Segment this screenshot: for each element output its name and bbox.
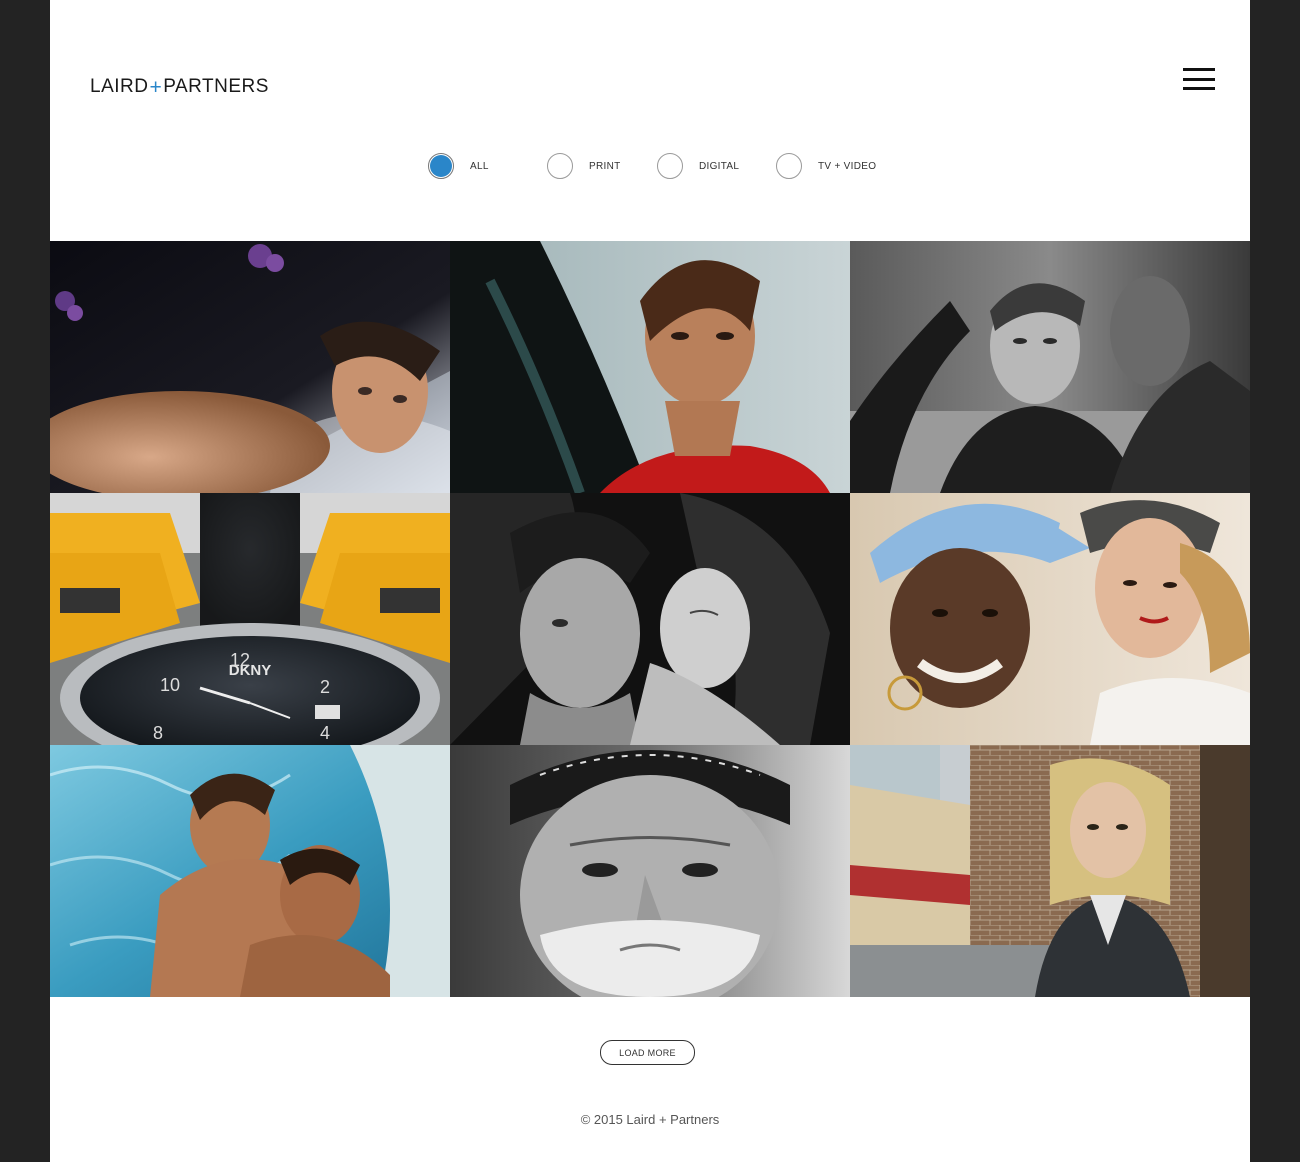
filter-label: PRINT (589, 160, 621, 172)
filter-digital[interactable]: DIGITAL (657, 153, 739, 179)
filter-print[interactable]: PRINT (547, 153, 621, 179)
photo-dkny-watch: DKNY 12 10 2 8 4 (50, 493, 450, 745)
filter-label: ALL (470, 160, 489, 172)
photo-couple-embrace (450, 493, 850, 745)
photo-woman-red (450, 241, 850, 493)
radio-icon[interactable] (657, 153, 683, 179)
watch-number: 8 (153, 723, 163, 743)
watch-number: 12 (230, 650, 250, 670)
portfolio-tile[interactable] (450, 241, 850, 493)
filter-bar: ALL PRINT DIGITAL TV + VIDEO (50, 153, 1250, 183)
filter-all[interactable]: ALL (428, 153, 489, 179)
logo-text-right: PARTNERS (163, 76, 269, 97)
radio-icon[interactable] (776, 153, 802, 179)
watch-number: 2 (320, 677, 330, 697)
portfolio-tile[interactable] (450, 745, 850, 997)
radio-icon[interactable] (547, 153, 573, 179)
photo-two-women-caps (850, 493, 1250, 745)
filter-label: DIGITAL (699, 160, 740, 172)
portfolio-tile[interactable] (50, 241, 450, 493)
portfolio-tile[interactable] (50, 745, 450, 997)
logo-plus: + (149, 75, 163, 99)
logo[interactable]: LAIRD + PARTNERS (90, 76, 269, 98)
filter-tv-video[interactable]: TV + VIDEO (776, 153, 876, 179)
photo-couple-pool (50, 745, 450, 997)
portfolio-tile[interactable] (850, 745, 1250, 997)
portfolio-tile[interactable] (450, 493, 850, 745)
radio-selected-icon[interactable] (428, 153, 454, 179)
portfolio-tile[interactable]: DKNY 12 10 2 8 4 (50, 493, 450, 745)
photo-older-man-bandana (450, 745, 850, 997)
photo-man-leather-jacket (850, 241, 1250, 493)
portfolio-grid: DKNY 12 10 2 8 4 (50, 241, 1250, 997)
footer-copyright: © 2015 Laird + Partners (580, 1112, 720, 1127)
logo-text-left: LAIRD (90, 76, 149, 97)
photo-woman-water (50, 241, 450, 493)
page: LAIRD + PARTNERS ALL PRINT DIGITAL TV + VI… (50, 0, 1250, 1162)
load-more-button[interactable]: LOAD MORE (600, 1040, 695, 1065)
filter-label: TV + VIDEO (818, 160, 877, 172)
watch-number: 10 (160, 675, 180, 695)
portfolio-tile[interactable] (850, 241, 1250, 493)
portfolio-tile[interactable] (850, 493, 1250, 745)
hamburger-menu-icon[interactable] (1183, 68, 1215, 90)
watch-number: 4 (320, 723, 330, 743)
photo-woman-brick-wall (850, 745, 1250, 997)
